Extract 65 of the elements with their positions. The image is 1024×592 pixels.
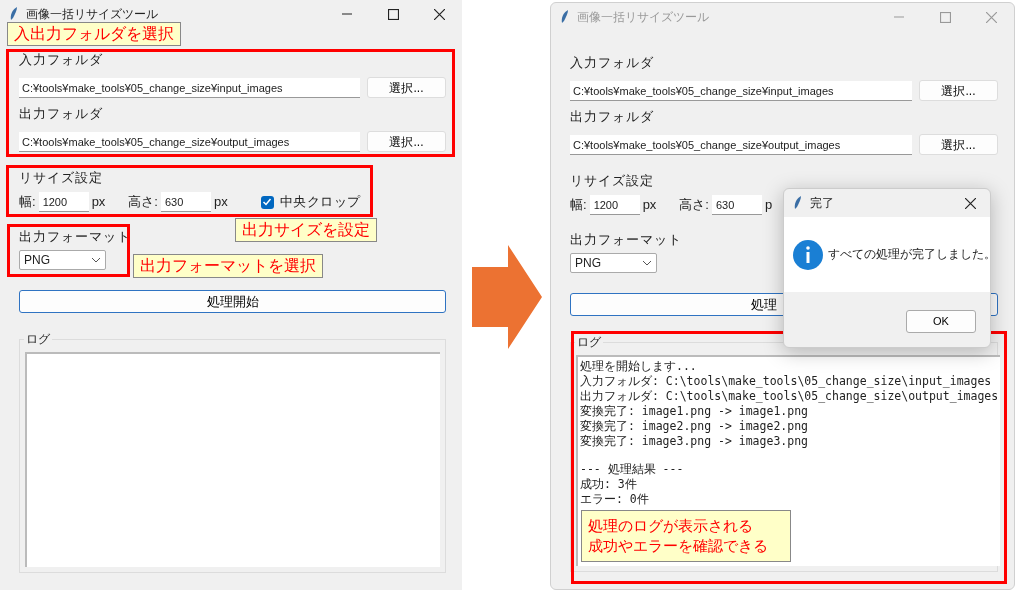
height-label: 高さ: (679, 196, 709, 215)
log-line: 処理を開始します... (580, 359, 698, 374)
section-heading: リサイズ設定 (570, 173, 654, 189)
crop-checkbox[interactable] (260, 195, 274, 209)
folder-label: 出力フォルダ (570, 109, 654, 125)
folder-label: 出力フォルダ (19, 106, 103, 122)
log-line: 変換完了: image1.png -> image1.png (580, 404, 809, 419)
format-label: 出力フォーマット (19, 229, 131, 245)
format-label: 出力フォーマット (570, 232, 682, 248)
maximize-icon (387, 8, 399, 20)
height-field[interactable]: 630 (712, 195, 762, 215)
width-field[interactable]: 1200 (589, 195, 640, 215)
browse-button[interactable]: 選択... (367, 131, 446, 152)
folder-path-field[interactable]: C:¥tools¥make_tools¥05_change_size¥input_images (570, 80, 912, 101)
log-legend: ログ (575, 335, 603, 349)
close-icon (985, 11, 997, 23)
dialog-title: 完了 (810, 195, 834, 212)
log-line: 成功: 3件 (580, 477, 638, 492)
maximize-icon (939, 11, 951, 23)
height-field[interactable]: 630 (161, 192, 211, 212)
crop-label: 中央クロップ (279, 194, 361, 210)
section-heading: リサイズ設定 (19, 170, 103, 186)
folder-label: 入力フォルダ (19, 52, 103, 68)
feather-icon (559, 9, 569, 25)
browse-button[interactable]: 選択... (367, 77, 446, 98)
browse-button[interactable]: 選択... (919, 80, 998, 101)
info-icon (793, 239, 823, 270)
close-icon (964, 197, 976, 209)
callout-note: 出力フォーマットを選択 (133, 254, 323, 278)
log-line: 出力フォルダ: C:\tools\make_tools\05_change_size\output_images (580, 389, 999, 404)
folder-path-field[interactable]: C:¥tools¥make_tools¥05_change_size¥input_images (19, 77, 360, 98)
chevron-icon (642, 259, 652, 267)
log-line: 入力フォルダ: C:\tools\make_tools\05_change_size\input_images (580, 374, 993, 389)
width-label: 幅: (19, 193, 36, 212)
log-line: 変換完了: image2.png -> image2.png (580, 419, 809, 434)
format-dropdown[interactable]: PNG (19, 250, 106, 270)
log-legend: ログ (24, 332, 52, 346)
unit-label: px (91, 193, 106, 212)
dialog-message: すべての処理が完了しました。 (828, 246, 996, 262)
callout-note: 出力サイズを設定 (235, 218, 377, 242)
folder-path-field[interactable]: C:¥tools¥make_tools¥05_change_size¥output_images (570, 134, 912, 155)
start-button[interactable]: 処理開始 (19, 290, 446, 313)
log-line: --- 処理結果 --- (580, 462, 685, 477)
window-title: 画像一括リサイズツール (577, 9, 709, 26)
ok-button[interactable]: OK (906, 310, 976, 333)
unit-label: px (642, 196, 657, 215)
width-field[interactable]: 1200 (38, 192, 89, 212)
folder-path-field[interactable]: C:¥tools¥make_tools¥05_change_size¥output_images (19, 131, 360, 152)
check-icon (262, 197, 273, 207)
width-label: 幅: (570, 196, 587, 215)
browse-button[interactable]: 選択... (919, 134, 998, 155)
callout-note: 処理のログが表示される 成功やエラーを確認できる (581, 510, 791, 562)
callout-note: 入出力フォルダを選択 (7, 22, 181, 46)
feather-icon (8, 6, 18, 22)
unit-label: p (765, 196, 773, 215)
height-label: 高さ: (128, 193, 158, 212)
unit-label: px (214, 193, 228, 212)
log-line: 変換完了: image3.png -> image3.png (580, 434, 809, 449)
folder-label: 入力フォルダ (570, 55, 654, 71)
chevron-icon (91, 256, 101, 264)
format-dropdown[interactable]: PNG (570, 253, 657, 273)
feather-icon (792, 195, 802, 211)
close-icon (433, 8, 445, 20)
window-title: 画像一括リサイズツール (26, 6, 158, 23)
log-line: エラー: 0件 (580, 492, 650, 507)
